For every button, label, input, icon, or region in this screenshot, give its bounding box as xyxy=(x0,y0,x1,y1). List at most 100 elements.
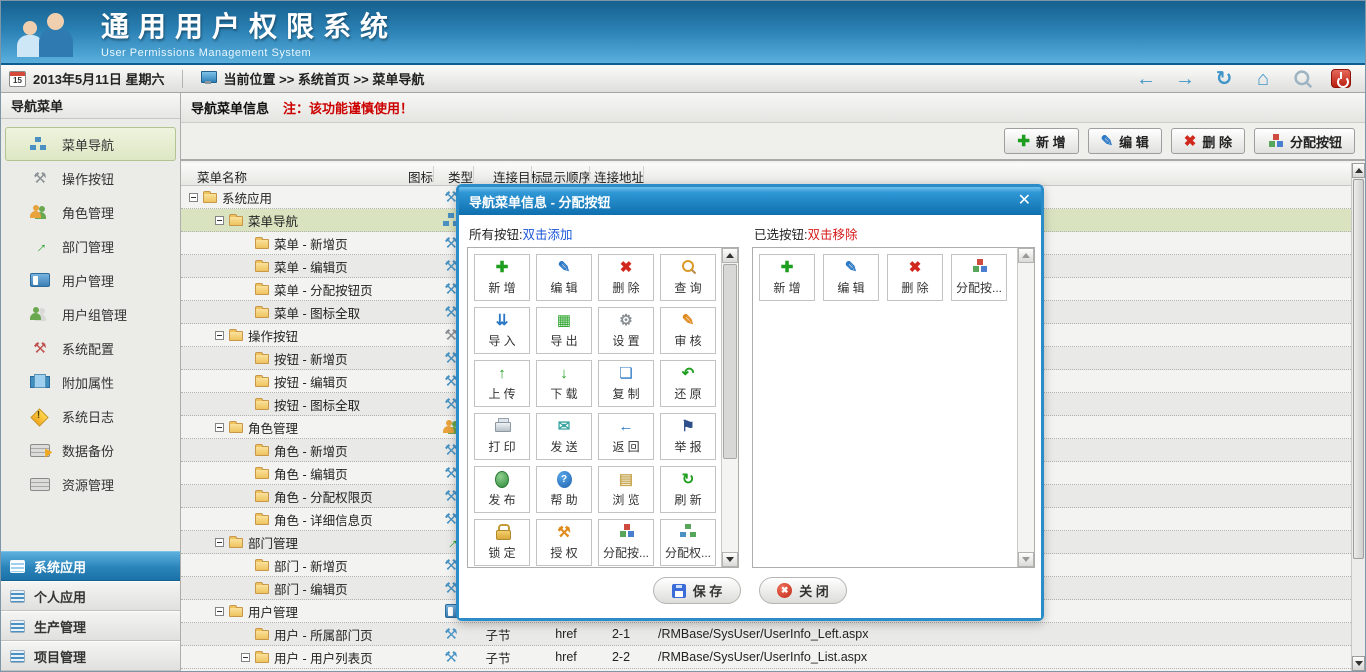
lock-icon xyxy=(495,524,511,541)
sidebar-item[interactable]: ⚒ 系统配置 xyxy=(5,331,176,365)
grid-button[interactable]: ↓ 下 载 xyxy=(536,360,592,407)
grid-button[interactable]: ✎ 编 辑 xyxy=(823,254,879,301)
add-button[interactable]: ✚ 新 增 xyxy=(1004,128,1079,154)
table-scrollbar[interactable] xyxy=(1351,163,1365,671)
expander-minus-icon[interactable] xyxy=(215,606,224,616)
tree-row-label: 按钮 - 图标全取 xyxy=(274,398,361,413)
save-button[interactable]: 保 存 xyxy=(653,577,741,604)
scroll-down-icon[interactable] xyxy=(722,552,738,567)
backup-icon xyxy=(30,443,50,457)
close-button[interactable]: 关 闭 xyxy=(759,577,847,604)
tree-row-label: 角色 - 新增页 xyxy=(274,444,348,459)
scroll-down-icon[interactable] xyxy=(1352,656,1365,671)
back-icon[interactable]: ← xyxy=(1134,68,1158,90)
close-icon[interactable]: ✕ xyxy=(1018,193,1031,209)
edit-button[interactable]: ✎ 编 辑 xyxy=(1087,128,1162,154)
grid-button[interactable]: 分配按... xyxy=(951,254,1007,301)
expander-minus-icon[interactable] xyxy=(215,537,224,547)
print-icon xyxy=(494,418,511,435)
dialog-title: 导航菜单信息 - 分配按钮 xyxy=(469,194,611,210)
expander-minus-icon[interactable] xyxy=(241,652,250,662)
grid-button[interactable]: 发 布 xyxy=(474,466,530,513)
power-icon[interactable] xyxy=(1329,68,1353,90)
grid-button[interactable]: 分配权... xyxy=(660,519,716,566)
tree-row-name: 用户 - 用户列表页 xyxy=(181,646,373,668)
grid-button[interactable]: 分配按... xyxy=(598,519,654,566)
tree-row[interactable]: 用户 - 用户列表页 ⚒ 子节 href 2-2/RMBase/SysUser/User… xyxy=(181,646,1351,669)
grid-button[interactable]: ⚙ 设 置 xyxy=(598,307,654,354)
sidebar-item[interactable]: 角色管理 xyxy=(5,195,176,229)
grid-button[interactable]: ↑ 上 传 xyxy=(474,360,530,407)
sidebar-item[interactable]: ⚒ 操作按钮 xyxy=(5,161,176,195)
folder-icon xyxy=(255,375,269,387)
hammer-icon: ⚒ xyxy=(444,625,458,643)
grid-button[interactable]: ✖ 删 除 xyxy=(598,254,654,301)
grid-button[interactable]: ❏ 复 制 xyxy=(598,360,654,407)
tree-row-name: 系统应用 xyxy=(181,186,272,208)
accordion-item[interactable]: 个人应用 xyxy=(1,581,180,611)
refresh-icon[interactable]: ↻ xyxy=(1212,68,1236,90)
sidebar-item[interactable]: 系统日志 xyxy=(5,399,176,433)
home-icon: ⌂ xyxy=(1256,67,1270,90)
grid-button[interactable]: ⚒ 授 权 xyxy=(536,519,592,566)
accordion-item[interactable]: 系统应用 xyxy=(1,551,180,581)
grid-button[interactable]: ✚ 新 增 xyxy=(474,254,530,301)
expander-minus-icon[interactable] xyxy=(215,422,224,432)
panel-scrollbar[interactable] xyxy=(1017,248,1034,567)
nav-search-icon xyxy=(1293,69,1312,88)
grid-button[interactable]: ⇊ 导 入 xyxy=(474,307,530,354)
tree-row-label: 用户 - 用户列表页 xyxy=(274,651,373,666)
panel-scrollbar[interactable] xyxy=(721,248,738,567)
grid-button[interactable]: ▦ 导 出 xyxy=(536,307,592,354)
delete-icon: ✖ xyxy=(619,259,633,276)
tree-row[interactable]: 用户 - 所属部门页 ⚒ 子节 href 2-1/RMBase/SysUser/User… xyxy=(181,623,1351,646)
grid-button[interactable]: 帮 助 xyxy=(536,466,592,513)
grid-button[interactable]: ▤ 浏 览 xyxy=(598,466,654,513)
sidebar-item[interactable]: 数据备份 xyxy=(5,433,176,467)
dialog-titlebar: 导航菜单信息 - 分配按钮 ✕ xyxy=(459,187,1041,215)
grid-button[interactable]: ✚ 新 增 xyxy=(759,254,815,301)
sidebar-item[interactable]: → 部门管理 xyxy=(5,229,176,263)
folder-icon xyxy=(229,421,243,433)
sidebar-item[interactable]: 菜单导航 xyxy=(5,127,176,161)
grid-button[interactable]: ✖ 删 除 xyxy=(887,254,943,301)
tree-row-label: 按钮 - 编辑页 xyxy=(274,375,348,390)
grid-button[interactable]: ↶ 还 原 xyxy=(660,360,716,407)
sidebar-item[interactable]: 附加属性 xyxy=(5,365,176,399)
grid-button[interactable]: ↻ 刷 新 xyxy=(660,466,716,513)
expander-minus-icon[interactable] xyxy=(189,192,198,202)
search-icon[interactable] xyxy=(1290,68,1314,90)
home-icon[interactable]: ⌂ xyxy=(1251,68,1275,90)
tree-row-name: 按钮 - 新增页 xyxy=(181,347,348,369)
delete-button[interactable]: ✖ 删 除 xyxy=(1170,128,1245,154)
grid-button[interactable]: 锁 定 xyxy=(474,519,530,566)
sidebar-item[interactable]: 用户管理 xyxy=(5,263,176,297)
tree-row-name: 用户管理 xyxy=(181,600,298,622)
scroll-thumb[interactable] xyxy=(723,264,737,459)
grid-button[interactable]: ← 返 回 xyxy=(598,413,654,460)
grid-button[interactable]: 查 询 xyxy=(660,254,716,301)
tree-row-label: 菜单 - 分配按钮页 xyxy=(274,283,373,298)
expander-minus-icon[interactable] xyxy=(215,215,224,225)
assign-buttons-button[interactable]: 分配按钮 xyxy=(1253,128,1355,154)
tree-row-name: 部门 - 编辑页 xyxy=(181,577,348,599)
grid-button[interactable]: 打 印 xyxy=(474,413,530,460)
grid-button-label: 审 核 xyxy=(674,334,702,348)
grid-button[interactable]: ✉ 发 送 xyxy=(536,413,592,460)
scroll-thumb[interactable] xyxy=(1353,179,1364,559)
grid-button[interactable]: ✎ 审 核 xyxy=(660,307,716,354)
tree-row-name: 用户 - 所属部门页 xyxy=(181,623,373,645)
expander-minus-icon[interactable] xyxy=(215,330,224,340)
scroll-up-icon[interactable] xyxy=(1352,163,1365,178)
scroll-up-icon[interactable] xyxy=(1018,248,1034,263)
grid-button[interactable]: ⚑ 举 报 xyxy=(660,413,716,460)
scroll-up-icon[interactable] xyxy=(722,248,738,263)
sidebar-item[interactable]: 资源管理 xyxy=(5,467,176,501)
accordion-item[interactable]: 项目管理 xyxy=(1,641,180,671)
grid-button[interactable]: ✎ 编 辑 xyxy=(536,254,592,301)
forward-icon[interactable]: → xyxy=(1173,68,1197,90)
grid-button-label: 帮 助 xyxy=(550,493,578,507)
accordion-item[interactable]: 生产管理 xyxy=(1,611,180,641)
scroll-down-icon[interactable] xyxy=(1018,552,1034,567)
sidebar-item[interactable]: 用户组管理 xyxy=(5,297,176,331)
